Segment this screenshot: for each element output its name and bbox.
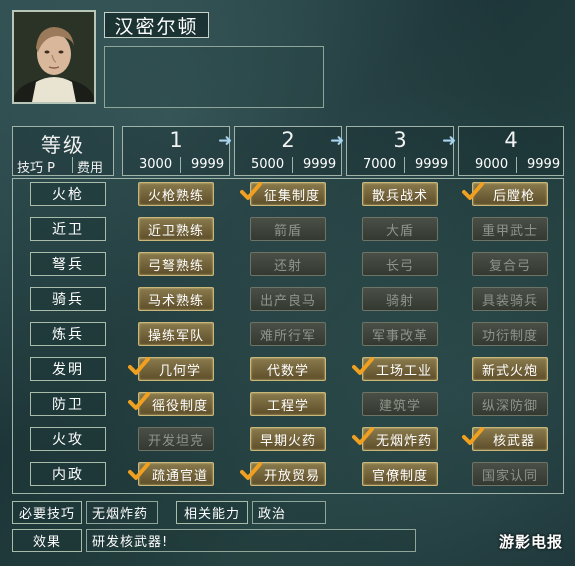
skill-name: 箭盾 — [273, 223, 302, 239]
skill-button[interactable]: 出产良马 — [250, 287, 326, 311]
skill-name: 后膛枪 — [492, 188, 535, 204]
skill-name: 重甲武士 — [481, 223, 538, 239]
skill-button[interactable]: 还射 — [250, 252, 326, 276]
related-ability-label: 相关能力 — [176, 501, 248, 524]
skill-button[interactable]: 大盾 — [362, 217, 438, 241]
category-label: 火枪 — [30, 182, 106, 206]
skill-name: 马术熟练 — [147, 293, 204, 309]
skill-button[interactable]: 重甲武士 — [472, 217, 548, 241]
skill-button[interactable]: 工程学 — [250, 392, 326, 416]
required-skill-value: 无烟炸药 — [86, 501, 158, 524]
checkmark-icon — [462, 181, 484, 203]
skill-name: 官僚制度 — [371, 468, 428, 484]
skill-name: 骑射 — [385, 293, 414, 309]
category-label: 炼兵 — [30, 322, 106, 346]
category-label: 骑兵 — [30, 287, 106, 311]
skill-button[interactable]: 几何学 — [128, 357, 214, 381]
skill-button[interactable]: 火枪熟练 — [138, 182, 214, 206]
skill-button[interactable]: 纵深防御 — [472, 392, 548, 416]
skill-name: 出产良马 — [259, 293, 316, 309]
skill-button[interactable]: 弓弩熟练 — [138, 252, 214, 276]
skill-button[interactable]: 骑射 — [362, 287, 438, 311]
skill-button[interactable]: 官僚制度 — [362, 462, 438, 486]
skill-button[interactable]: 马术熟练 — [138, 287, 214, 311]
skill-name: 散兵战术 — [371, 188, 428, 204]
checkmark-icon — [240, 181, 262, 203]
skill-button[interactable]: 操练军队 — [138, 322, 214, 346]
skill-name: 新式火炮 — [481, 363, 538, 379]
skill-name: 大盾 — [385, 223, 414, 239]
effect-value: 研发核武器! — [86, 529, 416, 552]
skill-name: 还射 — [273, 258, 302, 274]
category-label: 防卫 — [30, 392, 106, 416]
skill-name: 代数学 — [266, 363, 309, 379]
skill-name: 建筑学 — [378, 398, 421, 414]
skill-screen: 汉密尔顿 等级 技巧 P 费用 1 3000 9999 2 5000 9999 … — [0, 0, 575, 566]
skill-button[interactable]: 疏通官道 — [128, 462, 214, 486]
checkmark-icon — [462, 426, 484, 448]
skill-button[interactable]: 新式火炮 — [472, 357, 548, 381]
skill-name: 近卫熟练 — [147, 223, 204, 239]
skill-name: 复合弓 — [488, 258, 531, 274]
skill-button[interactable]: 长弓 — [362, 252, 438, 276]
skill-name: 具装骑兵 — [481, 293, 538, 309]
skill-button[interactable]: 国家认同 — [472, 462, 548, 486]
checkmark-icon — [128, 356, 150, 378]
skill-name: 弓弩熟练 — [147, 258, 204, 274]
skill-name: 早期火药 — [259, 433, 316, 449]
skill-button[interactable]: 军事改革 — [362, 322, 438, 346]
skill-button[interactable]: 复合弓 — [472, 252, 548, 276]
required-skill-label: 必要技巧 — [12, 501, 82, 524]
skill-grid-content: 火枪 火枪熟练 征集制度 散兵战术 后膛枪近卫 近卫熟练 箭盾 大盾 重甲武士弩兵 弓弩熟练 还射 长… — [0, 0, 575, 566]
checkmark-icon — [240, 461, 262, 483]
checkmark-icon — [128, 391, 150, 413]
skill-name: 徭役制度 — [151, 398, 208, 414]
skill-button[interactable]: 近卫熟练 — [138, 217, 214, 241]
skill-name: 军事改革 — [371, 328, 428, 344]
skill-button[interactable]: 开发坦克 — [138, 427, 214, 451]
skill-name: 开放贸易 — [263, 468, 320, 484]
skill-button[interactable]: 散兵战术 — [362, 182, 438, 206]
skill-button[interactable]: 徭役制度 — [128, 392, 214, 416]
skill-name: 火枪熟练 — [147, 188, 204, 204]
skill-button[interactable]: 建筑学 — [362, 392, 438, 416]
category-label: 弩兵 — [30, 252, 106, 276]
skill-name: 开发坦克 — [147, 433, 204, 449]
skill-button[interactable]: 早期火药 — [250, 427, 326, 451]
skill-name: 难所行军 — [259, 328, 316, 344]
skill-button[interactable]: 无烟炸药 — [352, 427, 438, 451]
skill-name: 征集制度 — [263, 188, 320, 204]
skill-name: 纵深防御 — [481, 398, 538, 414]
skill-button[interactable]: 核武器 — [462, 427, 548, 451]
skill-name: 长弓 — [385, 258, 414, 274]
skill-button[interactable]: 箭盾 — [250, 217, 326, 241]
skill-button[interactable]: 开放贸易 — [240, 462, 326, 486]
skill-name: 核武器 — [492, 433, 535, 449]
skill-name: 工程学 — [266, 398, 309, 414]
checkmark-icon — [352, 356, 374, 378]
skill-button[interactable]: 后膛枪 — [462, 182, 548, 206]
checkmark-icon — [352, 426, 374, 448]
skill-button[interactable]: 工场工业 — [352, 357, 438, 381]
skill-name: 无烟炸药 — [375, 433, 432, 449]
checkmark-icon — [128, 461, 150, 483]
skill-button[interactable]: 代数学 — [250, 357, 326, 381]
category-label: 火攻 — [30, 427, 106, 451]
category-label: 发明 — [30, 357, 106, 381]
skill-button[interactable]: 功衍制度 — [472, 322, 548, 346]
skill-name: 操练军队 — [147, 328, 204, 344]
category-label: 内政 — [30, 462, 106, 486]
skill-name: 工场工业 — [375, 363, 432, 379]
skill-button[interactable]: 具装骑兵 — [472, 287, 548, 311]
effect-label: 效果 — [12, 529, 82, 552]
category-label: 近卫 — [30, 217, 106, 241]
skill-name: 国家认同 — [481, 468, 538, 484]
skill-button[interactable]: 征集制度 — [240, 182, 326, 206]
skill-name: 几何学 — [158, 363, 201, 379]
skill-name: 疏通官道 — [151, 468, 208, 484]
skill-name: 功衍制度 — [481, 328, 538, 344]
related-ability-value: 政治 — [252, 501, 326, 524]
skill-button[interactable]: 难所行军 — [250, 322, 326, 346]
watermark: 游影电报 — [498, 533, 563, 551]
